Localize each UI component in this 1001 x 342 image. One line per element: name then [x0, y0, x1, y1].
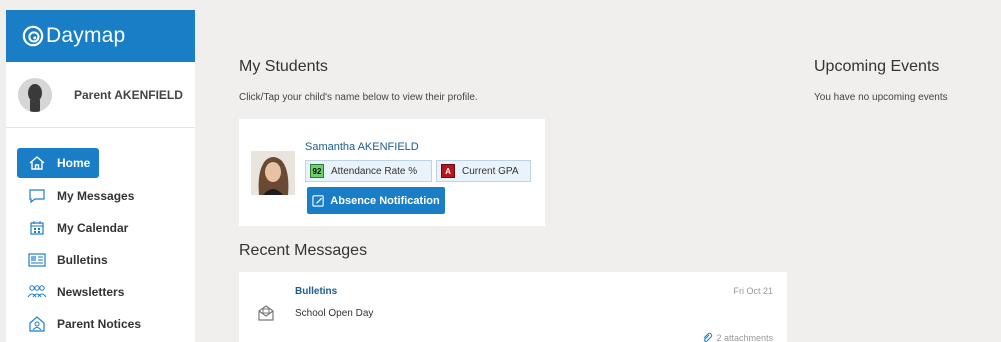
chat-icon	[27, 187, 47, 205]
sidebar: Daymap Parent AKENFIELD Home My Messages	[6, 10, 195, 342]
sidebar-item-label: Newsletters	[57, 285, 125, 299]
sidebar-item-label: My Messages	[57, 189, 135, 203]
student-name-link[interactable]: Samantha AKENFIELD	[305, 141, 419, 153]
people-icon	[27, 283, 47, 301]
user-profile[interactable]: Parent AKENFIELD	[6, 62, 195, 128]
upcoming-events-title: Upcoming Events	[814, 58, 940, 75]
sidebar-item-label: Home	[57, 156, 91, 170]
sidebar-item-label: Parent Notices	[57, 317, 142, 331]
student-photo	[251, 151, 295, 195]
gpa-badge: A	[441, 164, 455, 178]
attendance-label: Attendance Rate %	[331, 165, 418, 177]
profile-name: Parent AKENFIELD	[74, 87, 183, 102]
sidebar-item-parent-notices[interactable]: Parent Notices	[17, 308, 187, 340]
sidebar-item-label: My Calendar	[57, 221, 129, 235]
notice-icon	[27, 315, 47, 333]
sidebar-nav: Home My Messages My Calendar Bulletins N…	[6, 128, 195, 340]
student-card: Samantha AKENFIELD 92 Attendance Rate % …	[239, 119, 545, 226]
sidebar-item-label: Bulletins	[57, 253, 108, 267]
attachments-label: 2 attachments	[716, 333, 773, 342]
paperclip-icon	[704, 332, 713, 342]
calendar-icon	[27, 219, 47, 237]
message-title: Bulletins	[295, 286, 338, 297]
gpa-label: Current GPA	[462, 165, 519, 177]
current-gpa-pill[interactable]: A Current GPA	[436, 160, 531, 182]
sidebar-item-home[interactable]: Home	[17, 148, 99, 178]
upcoming-events-empty: You have no upcoming events	[814, 92, 948, 103]
sidebar-item-newsletters[interactable]: Newsletters	[17, 276, 187, 308]
my-students-subtitle: Click/Tap your child's name below to vie…	[239, 92, 478, 103]
message-item[interactable]: Bulletins School Open Day Fri Oct 21 2 a…	[239, 272, 787, 342]
message-subject: School Open Day	[295, 308, 374, 319]
brand-header[interactable]: Daymap	[6, 10, 195, 62]
bulletin-icon	[27, 251, 47, 269]
absence-notification-button[interactable]: Absence Notification	[307, 187, 445, 214]
message-attachments[interactable]: 2 attachments	[701, 332, 773, 342]
edit-note-icon	[312, 195, 324, 207]
attendance-rate-pill[interactable]: 92 Attendance Rate %	[305, 160, 432, 182]
envelope-open-icon	[258, 305, 274, 321]
attendance-badge: 92	[310, 164, 324, 178]
recent-messages-title: Recent Messages	[239, 242, 368, 259]
sidebar-item-my-messages[interactable]: My Messages	[17, 180, 187, 212]
avatar	[18, 77, 52, 112]
home-icon	[27, 154, 47, 172]
my-students-title: My Students	[239, 58, 328, 75]
sidebar-item-my-calendar[interactable]: My Calendar	[17, 212, 187, 244]
absence-button-label: Absence Notification	[330, 194, 440, 207]
brand-name: Daymap	[46, 24, 126, 47]
main-content: My Students Click/Tap your child's name …	[197, 10, 1001, 342]
sidebar-item-bulletins[interactable]: Bulletins	[17, 244, 187, 276]
message-date: Fri Oct 21	[733, 286, 773, 296]
daymap-logo-icon	[22, 25, 44, 47]
